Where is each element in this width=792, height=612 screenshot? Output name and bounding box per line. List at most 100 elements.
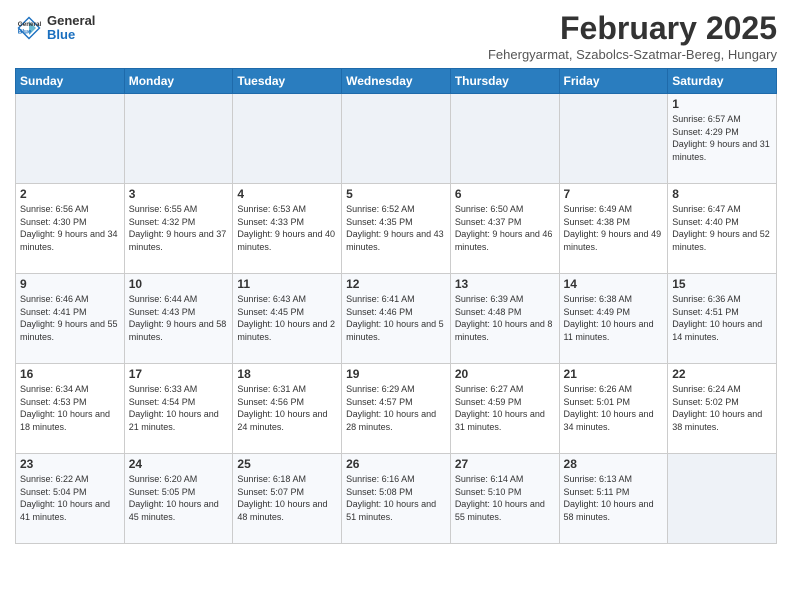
calendar-cell: 10Sunrise: 6:44 AMSunset: 4:43 PMDayligh…	[124, 274, 233, 364]
calendar-week-row: 16Sunrise: 6:34 AMSunset: 4:53 PMDayligh…	[16, 364, 777, 454]
logo-icon: General Blue	[15, 14, 43, 42]
calendar-cell	[450, 94, 559, 184]
day-info: Sunrise: 6:16 AMSunset: 5:08 PMDaylight:…	[346, 473, 446, 523]
calendar-cell: 26 Sunrise: 6:16 AMSunset: 5:08 PMDayligh…	[342, 454, 451, 544]
day-info: Sunrise: 6:26 AMSunset: 5:01 PMDaylight:…	[564, 383, 664, 433]
day-number: 4	[237, 187, 337, 201]
day-info: Sunrise: 6:27 AMSunset: 4:59 PMDaylight:…	[455, 383, 555, 433]
calendar-cell	[668, 454, 777, 544]
svg-text:General: General	[18, 21, 42, 28]
day-info: Sunrise: 6:20 AMSunset: 5:05 PMDaylight:…	[129, 473, 229, 523]
logo-text: General Blue	[47, 14, 95, 43]
calendar-cell: 24 Sunrise: 6:20 AMSunset: 5:05 PMDayligh…	[124, 454, 233, 544]
weekday-header: Monday	[124, 69, 233, 94]
day-number: 5	[346, 187, 446, 201]
day-number: 15	[672, 277, 772, 291]
svg-text:Blue: Blue	[18, 29, 32, 36]
calendar-cell: 15 Sunrise: 6:36 AMSunset: 4:51 PMDayligh…	[668, 274, 777, 364]
calendar-cell: 12Sunrise: 6:41 AMSunset: 4:46 PMDayligh…	[342, 274, 451, 364]
day-info: Sunrise: 6:43 AMSunset: 4:45 PMDaylight:…	[237, 293, 337, 343]
calendar-week-row: 9 Sunrise: 6:46 AMSunset: 4:41 PMDaylight…	[16, 274, 777, 364]
calendar-cell: 25 Sunrise: 6:18 AMSunset: 5:07 PMDayligh…	[233, 454, 342, 544]
calendar-cell: 20 Sunrise: 6:27 AMSunset: 4:59 PMDayligh…	[450, 364, 559, 454]
calendar-cell: 1Sunrise: 6:57 AMSunset: 4:29 PMDaylight…	[668, 94, 777, 184]
logo-blue: Blue	[47, 28, 95, 42]
day-number: 26	[346, 457, 446, 471]
day-info: Sunrise: 6:36 AMSunset: 4:51 PMDaylight:…	[672, 293, 772, 343]
day-number: 27	[455, 457, 555, 471]
day-number: 6	[455, 187, 555, 201]
calendar-cell: 28 Sunrise: 6:13 AMSunset: 5:11 PMDayligh…	[559, 454, 668, 544]
calendar-cell: 9 Sunrise: 6:46 AMSunset: 4:41 PMDaylight…	[16, 274, 125, 364]
title-block: February 2025 Fehergyarmat, Szabolcs-Sza…	[488, 10, 777, 62]
day-info: Sunrise: 6:52 AMSunset: 4:35 PMDaylight:…	[346, 203, 446, 253]
day-number: 11	[237, 277, 337, 291]
day-info: Sunrise: 6:38 AMSunset: 4:49 PMDaylight:…	[564, 293, 664, 343]
day-number: 23	[20, 457, 120, 471]
day-number: 21	[564, 367, 664, 381]
calendar-cell: 7 Sunrise: 6:49 AMSunset: 4:38 PMDaylight…	[559, 184, 668, 274]
calendar-header: SundayMondayTuesdayWednesdayThursdayFrid…	[16, 69, 777, 94]
calendar-cell	[559, 94, 668, 184]
calendar-cell: 17 Sunrise: 6:33 AMSunset: 4:54 PMDayligh…	[124, 364, 233, 454]
day-info: Sunrise: 6:49 AMSunset: 4:38 PMDaylight:…	[564, 203, 664, 253]
calendar-week-row: 1Sunrise: 6:57 AMSunset: 4:29 PMDaylight…	[16, 94, 777, 184]
calendar-cell: 22 Sunrise: 6:24 AMSunset: 5:02 PMDayligh…	[668, 364, 777, 454]
day-number: 19	[346, 367, 446, 381]
calendar-cell: 14 Sunrise: 6:38 AMSunset: 4:49 PMDayligh…	[559, 274, 668, 364]
day-number: 25	[237, 457, 337, 471]
calendar-cell	[124, 94, 233, 184]
day-info: Sunrise: 6:57 AMSunset: 4:29 PMDaylight:…	[672, 113, 772, 163]
day-number: 13	[455, 277, 555, 291]
calendar-cell: 19 Sunrise: 6:29 AMSunset: 4:57 PMDayligh…	[342, 364, 451, 454]
day-number: 20	[455, 367, 555, 381]
calendar-cell: 8 Sunrise: 6:47 AMSunset: 4:40 PMDaylight…	[668, 184, 777, 274]
logo-general: General	[47, 14, 95, 28]
day-number: 3	[129, 187, 229, 201]
calendar-cell: 3 Sunrise: 6:55 AMSunset: 4:32 PMDaylight…	[124, 184, 233, 274]
day-info: Sunrise: 6:29 AMSunset: 4:57 PMDaylight:…	[346, 383, 446, 433]
calendar-cell: 4 Sunrise: 6:53 AMSunset: 4:33 PMDaylight…	[233, 184, 342, 274]
day-info: Sunrise: 6:22 AMSunset: 5:04 PMDaylight:…	[20, 473, 120, 523]
calendar-week-row: 2 Sunrise: 6:56 AMSunset: 4:30 PMDaylight…	[16, 184, 777, 274]
calendar-cell: 16Sunrise: 6:34 AMSunset: 4:53 PMDayligh…	[16, 364, 125, 454]
calendar-cell: 23 Sunrise: 6:22 AMSunset: 5:04 PMDayligh…	[16, 454, 125, 544]
calendar-cell	[342, 94, 451, 184]
calendar-cell: 5 Sunrise: 6:52 AMSunset: 4:35 PMDaylight…	[342, 184, 451, 274]
calendar-cell	[233, 94, 342, 184]
weekday-header: Saturday	[668, 69, 777, 94]
weekday-header: Wednesday	[342, 69, 451, 94]
subtitle: Fehergyarmat, Szabolcs-Szatmar-Bereg, Hu…	[488, 47, 777, 62]
calendar-week-row: 23 Sunrise: 6:22 AMSunset: 5:04 PMDayligh…	[16, 454, 777, 544]
day-number: 22	[672, 367, 772, 381]
day-number: 16	[20, 367, 120, 381]
day-info: Sunrise: 6:33 AMSunset: 4:54 PMDaylight:…	[129, 383, 229, 433]
day-info: Sunrise: 6:56 AMSunset: 4:30 PMDaylight:…	[20, 203, 120, 253]
day-number: 17	[129, 367, 229, 381]
day-info: Sunrise: 6:55 AMSunset: 4:32 PMDaylight:…	[129, 203, 229, 253]
day-info: Sunrise: 6:44 AMSunset: 4:43 PMDaylight:…	[129, 293, 229, 343]
calendar-table: SundayMondayTuesdayWednesdayThursdayFrid…	[15, 68, 777, 544]
day-info: Sunrise: 6:53 AMSunset: 4:33 PMDaylight:…	[237, 203, 337, 253]
day-info: Sunrise: 6:39 AMSunset: 4:48 PMDaylight:…	[455, 293, 555, 343]
day-number: 9	[20, 277, 120, 291]
day-info: Sunrise: 6:24 AMSunset: 5:02 PMDaylight:…	[672, 383, 772, 433]
day-info: Sunrise: 6:47 AMSunset: 4:40 PMDaylight:…	[672, 203, 772, 253]
day-info: Sunrise: 6:18 AMSunset: 5:07 PMDaylight:…	[237, 473, 337, 523]
calendar-body: 1Sunrise: 6:57 AMSunset: 4:29 PMDaylight…	[16, 94, 777, 544]
calendar-cell: 27Sunrise: 6:14 AMSunset: 5:10 PMDayligh…	[450, 454, 559, 544]
weekday-header-row: SundayMondayTuesdayWednesdayThursdayFrid…	[16, 69, 777, 94]
day-info: Sunrise: 6:46 AMSunset: 4:41 PMDaylight:…	[20, 293, 120, 343]
calendar-cell	[16, 94, 125, 184]
day-number: 8	[672, 187, 772, 201]
day-info: Sunrise: 6:13 AMSunset: 5:11 PMDaylight:…	[564, 473, 664, 523]
month-title: February 2025	[488, 10, 777, 47]
day-number: 7	[564, 187, 664, 201]
day-number: 2	[20, 187, 120, 201]
day-number: 24	[129, 457, 229, 471]
weekday-header: Thursday	[450, 69, 559, 94]
weekday-header: Sunday	[16, 69, 125, 94]
day-number: 28	[564, 457, 664, 471]
weekday-header: Friday	[559, 69, 668, 94]
day-number: 14	[564, 277, 664, 291]
